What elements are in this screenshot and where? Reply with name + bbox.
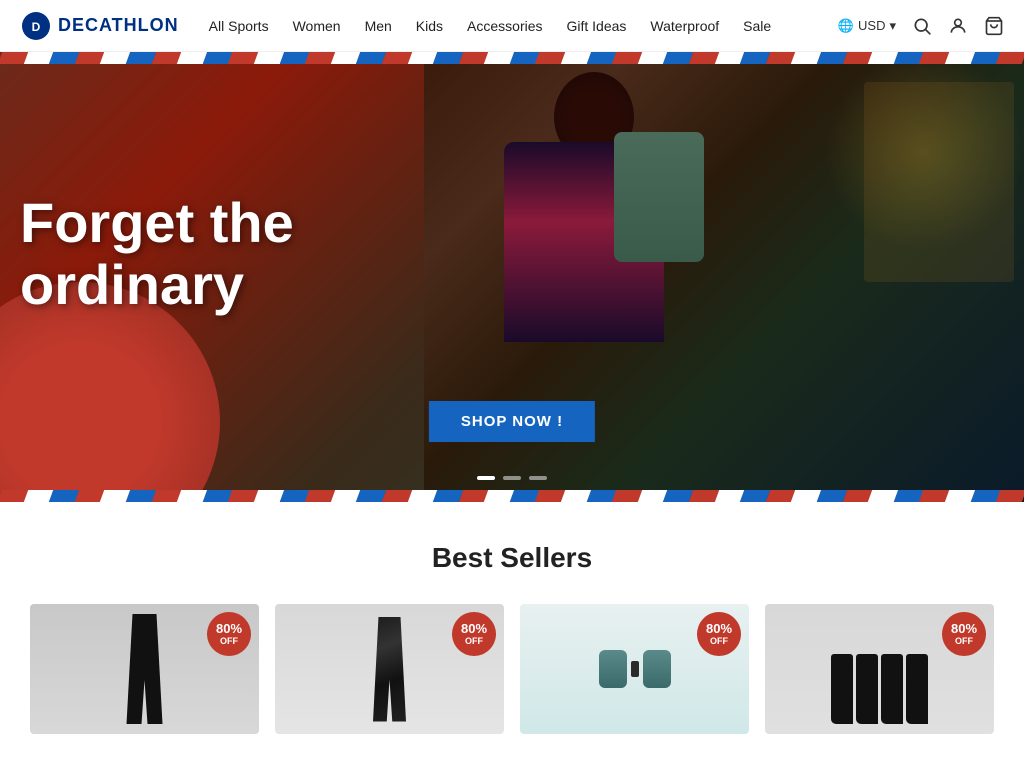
cart-button[interactable] — [984, 16, 1004, 36]
bino-bridge — [631, 661, 639, 677]
account-button[interactable] — [948, 16, 968, 36]
navbar: D DECATHLON All Sports Women Men Kids Ac… — [0, 0, 1024, 52]
user-icon — [948, 16, 968, 36]
product-card-3[interactable]: 80% OFF — [520, 604, 749, 734]
globe-icon: 🌐 — [838, 18, 854, 34]
nav-link-sale[interactable]: Sale — [743, 18, 771, 34]
sock-2 — [856, 654, 878, 724]
discount-badge-4: 80% OFF — [942, 612, 986, 656]
badge-percent-1: 80% — [216, 621, 242, 637]
product-card-2[interactable]: 80% OFF — [275, 604, 504, 734]
hero-window — [864, 82, 1014, 282]
logo-text: DECATHLON — [58, 15, 179, 36]
currency-selector[interactable]: 🌐 USD ▾ — [838, 18, 896, 34]
slide-dot-2[interactable] — [503, 476, 521, 480]
bino-right — [643, 650, 671, 688]
logo[interactable]: D DECATHLON — [20, 10, 179, 42]
sock-3 — [881, 654, 903, 724]
hero-text: Forget the ordinary — [20, 192, 294, 315]
badge-percent-4: 80% — [951, 621, 977, 637]
svg-text:D: D — [32, 20, 41, 34]
slide-dot-3[interactable] — [529, 476, 547, 480]
nav-link-gift-ideas[interactable]: Gift Ideas — [567, 18, 627, 34]
slide-dot-1[interactable] — [477, 476, 495, 480]
search-button[interactable] — [912, 16, 932, 36]
nav-link-men[interactable]: Men — [365, 18, 392, 34]
badge-off-label-1: OFF — [220, 636, 238, 647]
products-grid: 80% OFF 80% OFF 80% — [20, 604, 1004, 734]
badge-off-label-4: OFF — [955, 636, 973, 647]
hero-stripes-bottom — [0, 490, 1024, 502]
hero-slide-dots — [477, 476, 547, 480]
discount-badge-1: 80% OFF — [207, 612, 251, 656]
leggings-black-shape — [115, 614, 175, 724]
badge-percent-2: 80% — [461, 621, 487, 637]
nav-links: All Sports Women Men Kids Accessories Gi… — [209, 18, 838, 34]
hero-background: Forget the ordinary SHOP NOW ! — [0, 52, 1024, 502]
chevron-down-icon: ▾ — [889, 18, 896, 34]
best-sellers-title: Best Sellers — [20, 542, 1004, 574]
hero-banner: Forget the ordinary SHOP NOW ! — [0, 52, 1024, 502]
shop-now-button[interactable]: SHOP NOW ! — [429, 401, 595, 442]
hero-headline: Forget the ordinary — [20, 192, 294, 315]
bino-left — [599, 650, 627, 688]
currency-label: USD — [858, 18, 885, 33]
nav-link-accessories[interactable]: Accessories — [467, 18, 542, 34]
search-icon — [912, 16, 932, 36]
nav-link-kids[interactable]: Kids — [416, 18, 443, 34]
sock-4 — [906, 654, 928, 724]
product-card-4[interactable]: 80% OFF — [765, 604, 994, 734]
badge-off-label-2: OFF — [465, 636, 483, 647]
leggings-marble-shape — [362, 617, 417, 722]
best-sellers-section: Best Sellers 80% OFF 80% OFF — [0, 502, 1024, 754]
nav-link-waterproof[interactable]: Waterproof — [650, 18, 719, 34]
hero-headline-ordinary: ordinary — [20, 253, 244, 316]
hero-stripes-top — [0, 52, 1024, 64]
nav-actions: 🌐 USD ▾ — [838, 16, 1004, 36]
sock-1 — [831, 654, 853, 724]
badge-percent-3: 80% — [706, 621, 732, 637]
decathlon-logo-icon: D — [20, 10, 52, 42]
nav-link-all-sports[interactable]: All Sports — [209, 18, 269, 34]
product-card-1[interactable]: 80% OFF — [30, 604, 259, 734]
badge-off-label-3: OFF — [710, 636, 728, 647]
cart-icon — [984, 16, 1004, 36]
discount-badge-3: 80% OFF — [697, 612, 741, 656]
discount-badge-2: 80% OFF — [452, 612, 496, 656]
binoculars-shape — [599, 650, 671, 688]
hero-headline-orget: orget the — [54, 191, 294, 254]
hero-headline-forget: F — [20, 191, 54, 254]
nav-link-women[interactable]: Women — [293, 18, 341, 34]
